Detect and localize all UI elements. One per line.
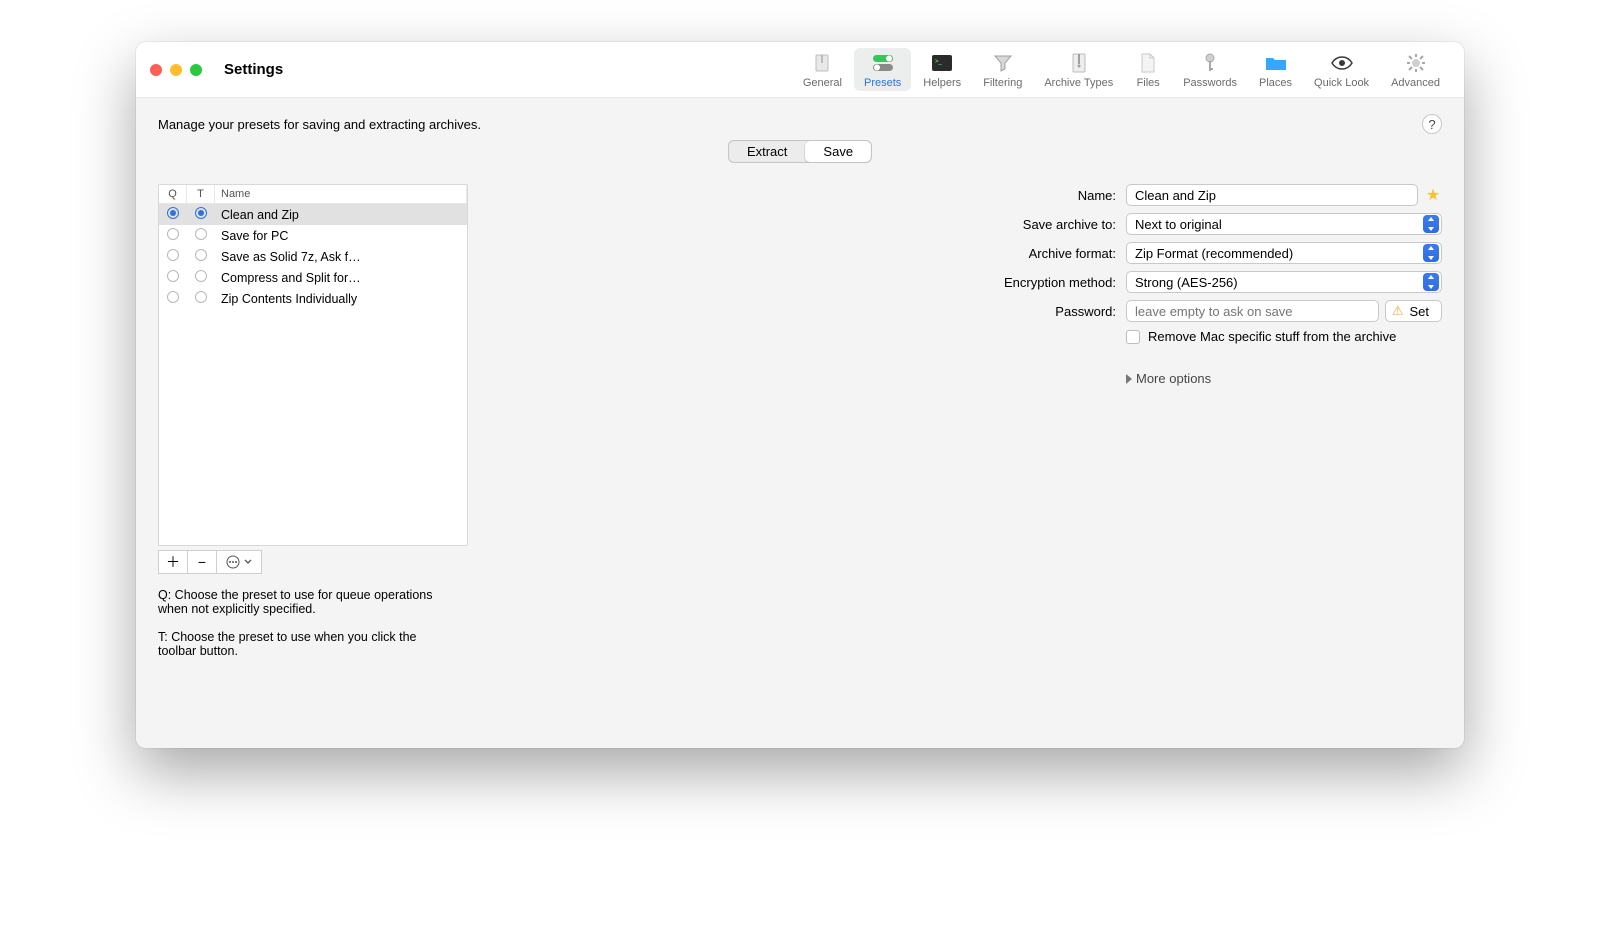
hint-t: T: Choose the preset to use when you cli… xyxy=(158,630,453,658)
more-options-disclosure[interactable]: More options xyxy=(1126,371,1211,386)
name-label: Name: xyxy=(992,188,1116,203)
preset-t-radio[interactable] xyxy=(195,228,207,240)
preset-name: Compress and Split for… xyxy=(215,271,467,285)
toolbar-tab-archive-types[interactable]: Archive Types xyxy=(1034,48,1123,91)
extract-save-segmented: Extract Save xyxy=(728,140,872,163)
preset-row[interactable]: Save as Solid 7z, Ask f… xyxy=(159,246,467,267)
funnel-icon xyxy=(990,52,1016,74)
preset-t-radio[interactable] xyxy=(195,249,207,261)
popup-stepper-icon xyxy=(1423,244,1439,262)
password-field[interactable] xyxy=(1126,300,1379,322)
add-preset-button[interactable]: ＋ xyxy=(158,550,188,574)
set-password-button[interactable]: ⚠︎ Set xyxy=(1385,300,1442,322)
preset-q-radio[interactable] xyxy=(167,207,179,219)
folder-icon xyxy=(1263,52,1289,74)
key-icon xyxy=(1197,52,1223,74)
preset-row[interactable]: Save for PC xyxy=(159,225,467,246)
titlebar: Settings General Presets xyxy=(136,42,1464,98)
presets-table-body: Clean and Zip Save for PC Save as Solid 7z… xyxy=(159,204,467,545)
preset-q-radio[interactable] xyxy=(167,228,179,240)
preset-q-radio[interactable] xyxy=(167,270,179,282)
preset-name: Zip Contents Individually xyxy=(215,292,467,306)
encryption-popup[interactable]: Strong (AES-256) xyxy=(1126,271,1442,293)
zoom-window-button[interactable] xyxy=(190,64,202,76)
terminal-icon: >_ xyxy=(929,52,955,74)
presets-table: Q T Name Clean and Zip Save for PC Save as… xyxy=(158,184,468,546)
presets-toolbelt: ＋ − xyxy=(158,550,468,574)
preset-q-radio[interactable] xyxy=(167,249,179,261)
preset-q-radio[interactable] xyxy=(167,291,179,303)
column-header-q[interactable]: Q xyxy=(159,185,187,203)
password-label: Password: xyxy=(992,304,1116,319)
svg-text:>_: >_ xyxy=(935,59,943,65)
popup-stepper-icon xyxy=(1423,215,1439,233)
remove-preset-button[interactable]: − xyxy=(187,550,217,574)
minimize-window-button[interactable] xyxy=(170,64,182,76)
content-area: Manage your presets for saving and extra… xyxy=(136,98,1464,748)
chevron-down-icon xyxy=(244,559,252,565)
column-header-name[interactable]: Name xyxy=(215,185,467,203)
toolbar-tab-helpers[interactable]: >_ Helpers xyxy=(913,48,971,91)
ellipsis-circle-icon xyxy=(226,555,240,569)
segmented-save[interactable]: Save xyxy=(805,141,871,162)
toolbar-tab-general[interactable]: General xyxy=(793,48,852,91)
name-field[interactable] xyxy=(1126,184,1418,206)
window-controls xyxy=(150,64,202,76)
gear-icon xyxy=(1403,52,1429,74)
hint-q: Q: Choose the preset to use for queue op… xyxy=(158,588,453,616)
page-description: Manage your presets for saving and extra… xyxy=(158,117,1422,132)
toolbar-tab-filtering[interactable]: Filtering xyxy=(973,48,1032,91)
preset-row[interactable]: Compress and Split for… xyxy=(159,267,467,288)
presets-hints: Q: Choose the preset to use for queue op… xyxy=(158,588,453,658)
encryption-label: Encryption method: xyxy=(992,275,1116,290)
preset-t-radio[interactable] xyxy=(195,291,207,303)
close-window-button[interactable] xyxy=(150,64,162,76)
disclosure-triangle-icon xyxy=(1126,374,1132,384)
popup-stepper-icon xyxy=(1423,273,1439,291)
toolbar-tab-quicklook[interactable]: Quick Look xyxy=(1304,48,1379,91)
remove-mac-checkbox[interactable] xyxy=(1126,330,1140,344)
remove-mac-label: Remove Mac specific stuff from the archi… xyxy=(1148,329,1396,344)
presets-panel: Q T Name Clean and Zip Save for PC Save as… xyxy=(158,184,468,658)
toolbar-tab-places[interactable]: Places xyxy=(1249,48,1302,91)
toolbar-tab-passwords[interactable]: Passwords xyxy=(1173,48,1247,91)
preset-form-panel: Name: ★ Save archive to: Next to origina… xyxy=(488,184,1442,658)
preset-actions-menu-button[interactable] xyxy=(216,550,262,574)
save-to-popup[interactable]: Next to original xyxy=(1126,213,1442,235)
window-title: Settings xyxy=(224,61,283,78)
document-icon xyxy=(1135,52,1161,74)
column-header-t[interactable]: T xyxy=(187,185,215,203)
favorite-star-icon[interactable]: ★ xyxy=(1424,186,1442,204)
preset-name: Save for PC xyxy=(215,229,467,243)
eye-icon xyxy=(1329,52,1355,74)
preset-t-radio[interactable] xyxy=(195,207,207,219)
toolbar-tab-advanced[interactable]: Advanced xyxy=(1381,48,1450,91)
preset-row[interactable]: Zip Contents Individually xyxy=(159,288,467,309)
format-label: Archive format: xyxy=(992,246,1116,261)
settings-window: Settings General Presets xyxy=(136,42,1464,748)
archive-icon xyxy=(809,52,835,74)
preset-name: Clean and Zip xyxy=(215,208,467,222)
presets-table-header: Q T Name xyxy=(159,185,467,204)
format-popup[interactable]: Zip Format (recommended) xyxy=(1126,242,1442,264)
help-button[interactable]: ? xyxy=(1422,114,1442,134)
preset-row[interactable]: Clean and Zip xyxy=(159,204,467,225)
toolbar-tab-presets[interactable]: Presets xyxy=(854,48,911,91)
preset-name: Save as Solid 7z, Ask f… xyxy=(215,250,467,264)
zipper-icon xyxy=(1066,52,1092,74)
toggles-icon xyxy=(870,52,896,74)
preset-t-radio[interactable] xyxy=(195,270,207,282)
warning-icon: ⚠︎ xyxy=(1392,303,1404,319)
segmented-extract[interactable]: Extract xyxy=(729,141,805,162)
toolbar-tab-files[interactable]: Files xyxy=(1125,48,1171,91)
save-to-label: Save archive to: xyxy=(992,217,1116,232)
preferences-toolbar: General Presets >_ Helpers xyxy=(793,48,1450,91)
